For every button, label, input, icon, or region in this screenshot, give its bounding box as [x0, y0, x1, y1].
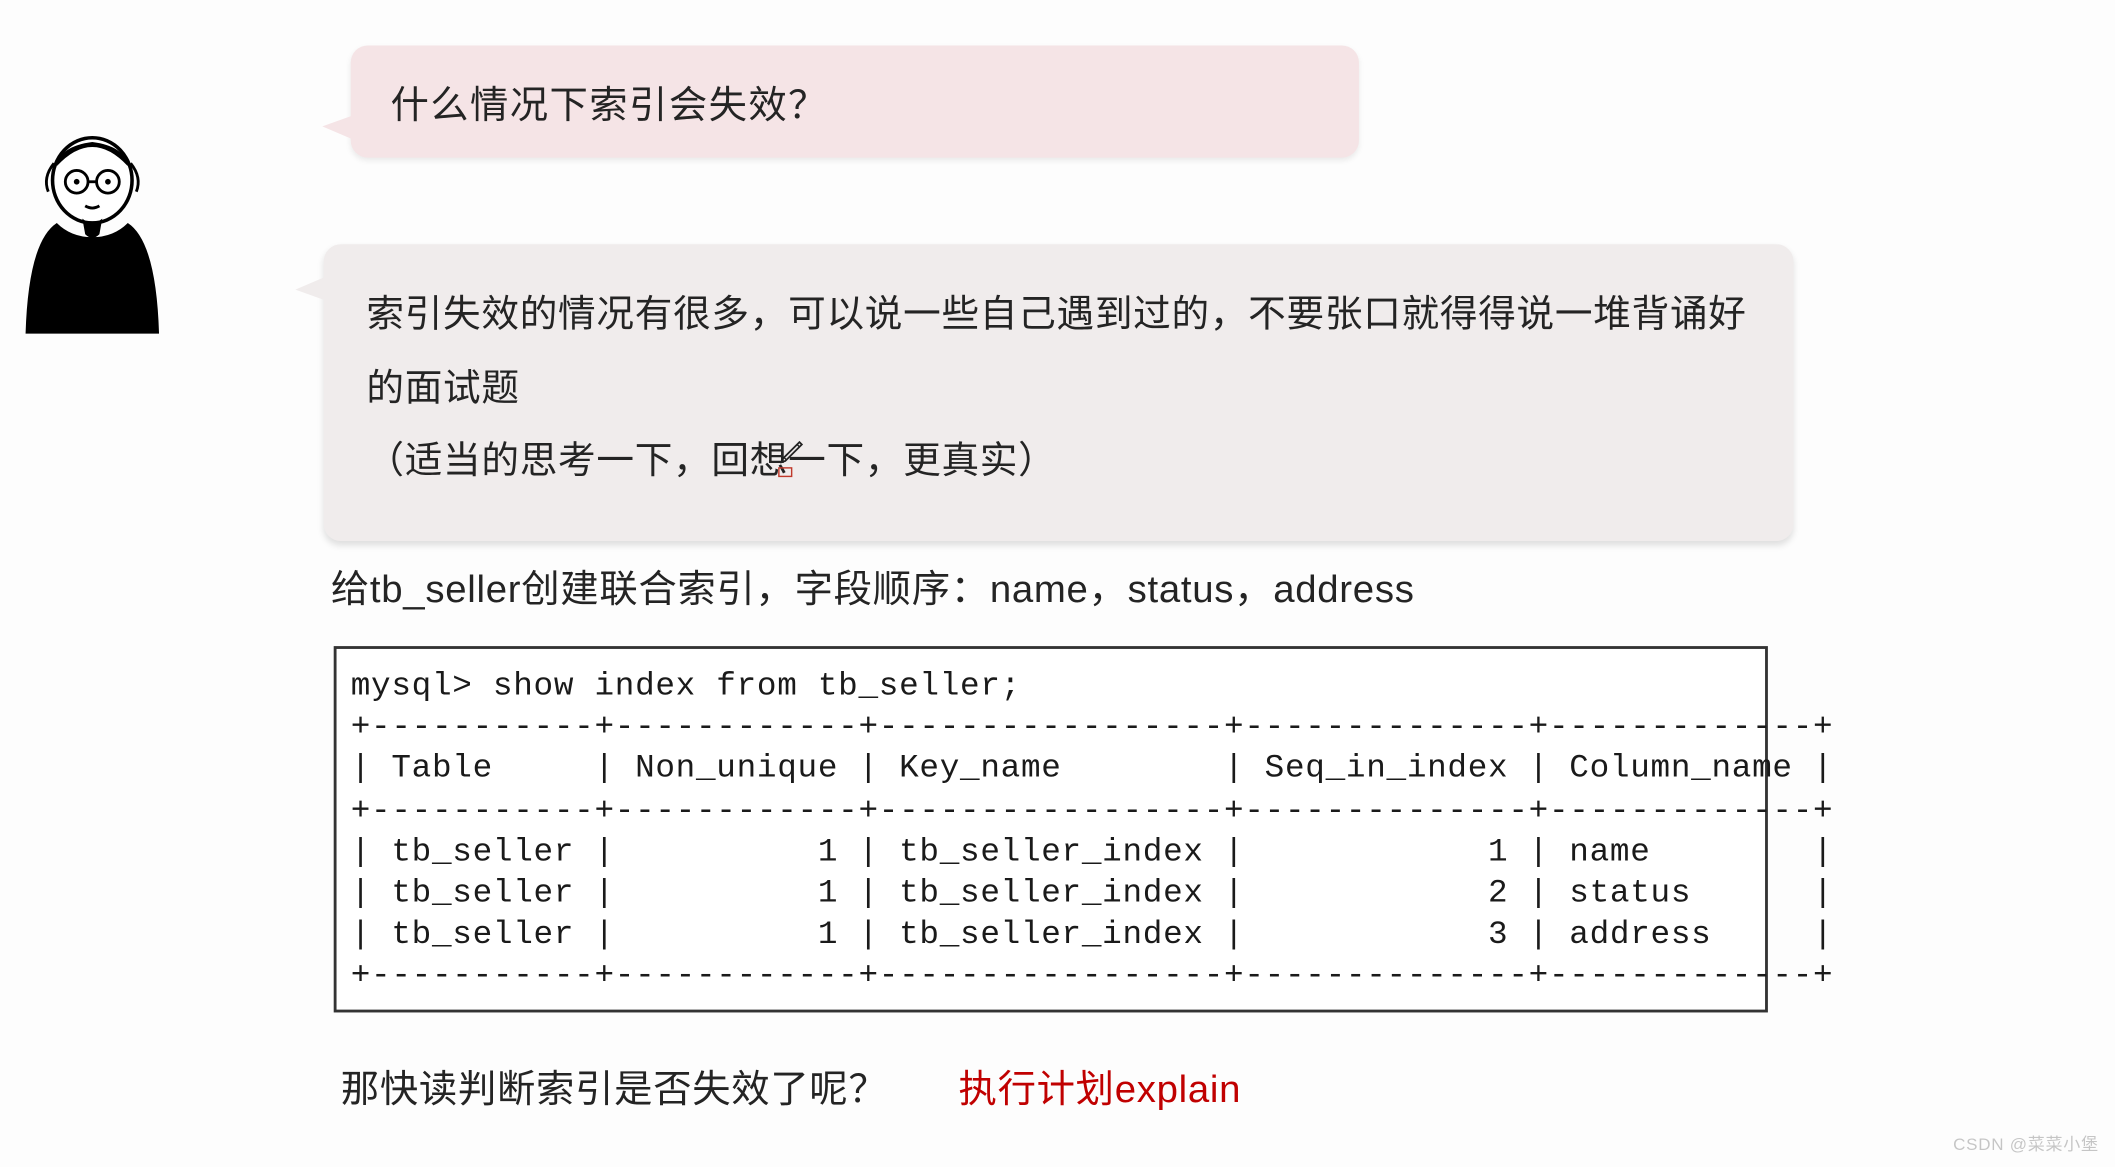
terminal-output: mysql> show index from tb_seller; +-----… — [334, 646, 1768, 1012]
bottom-black: 那快读判断索引是否失效了呢？ — [341, 1068, 888, 1111]
answer-bubble: 索引失效的情况有很多，可以说一些自己遇到过的，不要张口就得得说一堆背诵好的面试题… — [324, 244, 1794, 541]
instruction-text: 给tb_seller创建联合索引，字段顺序：name，status，addres… — [331, 558, 1415, 613]
cursor-selection-rect — [778, 467, 792, 477]
pencil-icon — [778, 437, 806, 465]
cursor-pencil — [778, 437, 821, 480]
question-bubble: 什么情况下索引会失效？ — [351, 45, 1359, 157]
question-text: 什么情况下索引会失效？ — [391, 74, 1320, 129]
bottom-line: 那快读判断索引是否失效了呢？ 执行计划explain — [341, 1058, 1241, 1113]
watermark: CSDN @菜菜小堡 — [1953, 1132, 2099, 1156]
bottom-red: 执行计划explain — [959, 1068, 1242, 1111]
terminal-pre: mysql> show index from tb_seller; +-----… — [351, 666, 1751, 998]
answer-text: 索引失效的情况有很多，可以说一些自己遇到过的，不要张口就得得说一堆背诵好的面试题… — [366, 278, 1751, 498]
avatar — [14, 121, 170, 334]
